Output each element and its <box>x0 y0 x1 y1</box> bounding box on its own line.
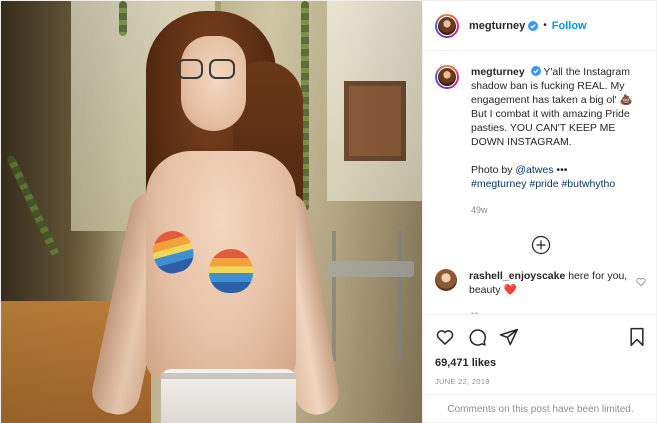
comment-time: 49w <box>469 309 639 314</box>
heart-icon[interactable] <box>435 327 455 347</box>
caption-time: 49w <box>471 205 488 215</box>
comment-icon[interactable] <box>467 327 487 347</box>
post-date: June 22, 2019 <box>435 377 490 386</box>
verified-badge-icon <box>530 66 541 76</box>
caption: megturney Y'all the Instagram shadow ban… <box>435 65 646 217</box>
plus-circle-icon[interactable] <box>531 235 551 255</box>
header-separator: • <box>543 20 547 31</box>
comment: rashell_enjoyscake here for you, beauty … <box>435 269 646 314</box>
post-header: megturney • Follow <box>423 1 657 51</box>
photo-shading <box>1 1 422 423</box>
like-comment-heart-icon[interactable] <box>636 277 646 287</box>
action-icons <box>435 323 646 351</box>
comment-username[interactable]: rashell_enjoyscake <box>469 270 565 282</box>
hashtags-link[interactable]: #megturney #pride #butwhytho <box>471 178 615 190</box>
credit-more: ••• <box>556 164 568 176</box>
comments-section: megturney Y'all the Instagram shadow ban… <box>423 51 657 314</box>
caption-username[interactable]: megturney <box>471 66 525 78</box>
avatar[interactable] <box>435 269 457 291</box>
load-more <box>435 235 646 255</box>
caption-body: megturney Y'all the Instagram shadow ban… <box>471 65 646 217</box>
instagram-post: megturney • Follow megturney Y'all the I… <box>0 0 657 423</box>
caption-credit: Photo by @atwes ••• #megturney #pride #b… <box>471 163 646 191</box>
comments-limited-notice: Comments on this post have been limited. <box>423 394 657 423</box>
bookmark-icon[interactable] <box>628 327 646 347</box>
credit-handle-link[interactable]: @atwes <box>515 164 553 176</box>
credit-prefix: Photo by <box>471 164 513 176</box>
post-sidebar: megturney • Follow megturney Y'all the I… <box>422 1 657 423</box>
header-username[interactable]: megturney <box>469 20 525 32</box>
follow-button[interactable]: Follow <box>552 20 587 32</box>
comment-body: rashell_enjoyscake here for you, beauty … <box>469 269 639 314</box>
share-icon[interactable] <box>499 327 519 347</box>
avatar[interactable] <box>435 13 459 38</box>
caption-text: Y'all the Instagram shadow ban is fuckin… <box>471 66 633 148</box>
verified-badge-icon <box>528 20 539 31</box>
heart-emoji: ❤️ <box>503 284 517 296</box>
likes-count[interactable]: 69,471 likes <box>435 357 646 369</box>
avatar[interactable] <box>435 65 459 89</box>
post-photo[interactable] <box>1 1 422 423</box>
